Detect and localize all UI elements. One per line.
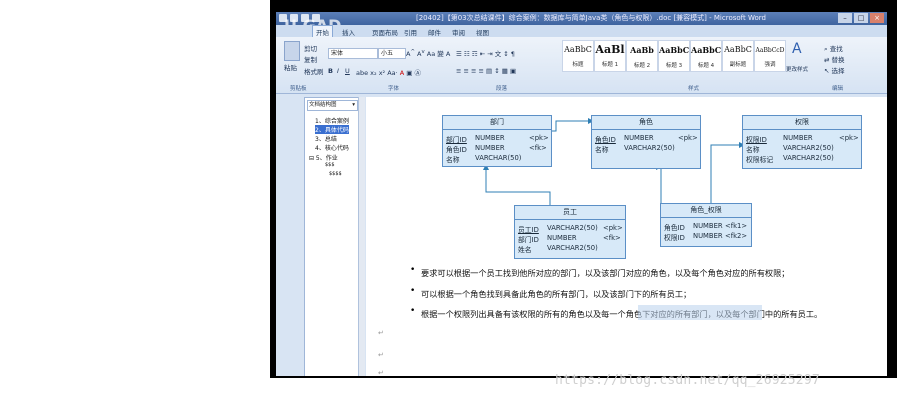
paste-icon[interactable] [284, 41, 300, 61]
nav-item[interactable]: ⊟ 5、作业 [309, 153, 338, 162]
close-icon[interactable]: × [870, 13, 884, 23]
change-styles-button[interactable]: 更改样式 [786, 65, 808, 73]
bullet-icon: • [410, 265, 416, 275]
style-heading-4[interactable]: AaBbC 标题 4 [690, 40, 722, 72]
tab-references[interactable]: 引用 [404, 27, 417, 37]
bullet-icon: • [410, 306, 416, 316]
style-heading-2[interactable]: AaBb 标题 2 [626, 40, 658, 72]
nav-item[interactable]: $$$ [325, 162, 335, 168]
nav-item[interactable]: 3、总结 [315, 134, 337, 143]
style-heading-3[interactable]: AaBbC 标题 3 [658, 40, 690, 72]
requirement-text[interactable]: 可以根据一个角色找到具备此角色的所有部门，以及该部门下的所有员工； [421, 288, 691, 300]
text-selection-highlight [638, 305, 762, 320]
editing-group-label: 编辑 [832, 86, 844, 92]
document-map-dropdown[interactable]: 文档结构图 ▾ [307, 100, 358, 111]
paragraph-group-label: 段落 [496, 86, 508, 92]
style-subtitle[interactable]: AaBbC 副标题 [722, 40, 754, 72]
bullet-icon: • [410, 286, 416, 296]
requirement-text[interactable]: 根据一个权限列出具备有该权限的所有的角色以及每一个角色下对应的所有部门，以及每个… [421, 308, 822, 320]
table-title: 权限 [743, 116, 861, 130]
ribbon: 粘贴 剪切 复制 格式刷 剪贴板 宋体 小五 A^ Av Aa 變 A B I … [276, 37, 887, 94]
table-title: 部门 [443, 116, 551, 130]
font-group-label: 字体 [388, 86, 400, 92]
tab-insert[interactable]: 插入 [342, 27, 355, 37]
paragraph-mark-icon: ↵ [378, 351, 384, 359]
title-bar: [20402]【第03次总结课件】综合案例：数据库与简单Java类（角色与权限）… [276, 12, 887, 25]
tab-view[interactable]: 视图 [476, 27, 489, 37]
list-icons[interactable]: ☰ ☷ ☶ ⇤ ⇥ 文 ↕ ¶ [456, 48, 515, 58]
document-map-pane: 文档结构图 ▾ 1、综合案例 2、具体代码 3、总结 4、核心代码 ⊟ 5、作业 … [304, 97, 360, 376]
style-emphasis[interactable]: AaBbCcD 强调 [754, 40, 786, 72]
video-frame: [20402]【第03次总结课件】综合案例：数据库与简单Java类（角色与权限）… [270, 0, 897, 378]
font-size-select[interactable]: 小五 [378, 48, 406, 59]
table-employee: 员工 员工ID VARCHAR2(50) <pk> 部门ID NUMBER <fk> 姓… [514, 205, 626, 259]
table-title: 员工 [515, 206, 625, 220]
maximize-icon[interactable]: □ [854, 13, 868, 23]
font-family-select[interactable]: 宋体 [328, 48, 378, 59]
document-page: 部门 部门ID NUMBER <pk> 角色ID NUMBER <fk> 名称 VARCH… [366, 97, 887, 376]
table-role-privilege: 角色_权限 角色ID NUMBER <fk1> 权限ID NUMBER <fk2> [660, 203, 752, 247]
replace-button[interactable]: ⇄ 替换 [824, 54, 845, 64]
window-title: [20402]【第03次总结课件】综合案例：数据库与简单Java类（角色与权限）… [416, 14, 766, 22]
paragraph-mark-icon: ↵ [378, 369, 384, 376]
select-button[interactable]: ↖ 选择 [824, 65, 845, 75]
tab-page-layout[interactable]: 页面布局 [372, 27, 398, 37]
nav-item[interactable]: $$$$ [329, 171, 342, 177]
styles-group-label: 样式 [688, 86, 700, 92]
table-privilege: 权限 权限ID NUMBER <pk> 名称 VARCHAR2(50) 权限标记 VAR… [742, 115, 862, 169]
font-effects-icons[interactable]: abe x₂ x² Aa· A ▣ Ⓐ [356, 67, 421, 77]
paste-label[interactable]: 粘贴 [284, 62, 297, 72]
cut-button[interactable]: 剪切 [304, 43, 317, 53]
nav-item[interactable]: 4、核心代码 [315, 143, 349, 152]
requirement-text[interactable]: 要求可以根据一个员工找到他所对应的部门，以及该部门对应的角色，以及每个角色对应的… [421, 267, 789, 279]
bold-icon[interactable]: B [328, 67, 333, 75]
style-heading-1[interactable]: AaBl 标题 1 [594, 40, 626, 72]
table-department: 部门 部门ID NUMBER <pk> 角色ID NUMBER <fk> 名称 VARCH… [442, 115, 552, 167]
nav-item-selected[interactable]: 2、具体代码 [315, 125, 349, 134]
italic-icon[interactable]: I [337, 67, 339, 75]
nav-pane-scrollbar[interactable] [358, 97, 365, 376]
find-button[interactable]: ⌕ 查找 [824, 43, 843, 54]
tab-mailings[interactable]: 邮件 [428, 27, 441, 37]
tab-review[interactable]: 审阅 [452, 27, 465, 37]
table-role: 角色 角色ID NUMBER <pk> 名称 VARCHAR2(50) [591, 115, 701, 169]
ribbon-tabs: 开始 插入 页面布局 引用 邮件 审阅 视图 [276, 25, 887, 38]
style-title[interactable]: AaBbC 标题 [562, 40, 594, 72]
align-icons[interactable]: ≡ ≡ ≡ ≡ ▤ ↕ ▦ ▣ [456, 67, 516, 75]
copy-button[interactable]: 复制 [304, 54, 317, 64]
clipboard-group-label: 剪贴板 [290, 86, 307, 92]
grow-font-icon[interactable]: A^ Av Aa 變 A [406, 48, 450, 58]
minimize-icon[interactable]: – [838, 13, 852, 23]
table-title: 角色_权限 [661, 204, 751, 218]
paragraph-mark-icon: ↵ [378, 329, 384, 337]
format-painter-button[interactable]: 格式刷 [304, 66, 324, 76]
word-window: [20402]【第03次总结课件】综合案例：数据库与简单Java类（角色与权限）… [276, 12, 887, 376]
table-title: 角色 [592, 116, 700, 130]
watermark: https://blog.csdn.net/qq_26925297 [555, 373, 820, 388]
underline-icon[interactable]: U [345, 67, 350, 75]
change-styles-icon[interactable]: A [792, 41, 802, 57]
nav-item[interactable]: 1、综合案例 [315, 116, 349, 125]
